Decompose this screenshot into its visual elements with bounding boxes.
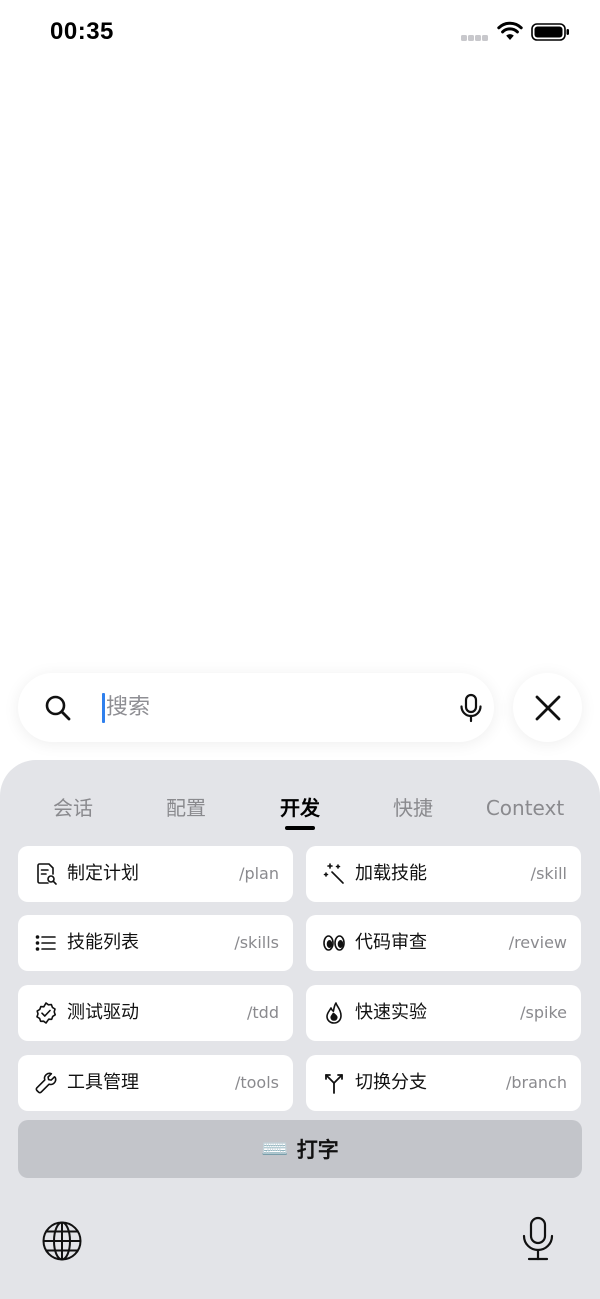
command-slash: /skills [234,933,279,952]
command-label: 加载技能 [355,863,427,884]
command-label: 工具管理 [67,1072,139,1093]
command-slash: /tools [234,1073,279,1092]
microphone-icon[interactable] [457,693,485,723]
command-label: 技能列表 [67,932,139,953]
tab-shortcuts[interactable]: 快捷 [358,790,468,834]
command-slash: /branch [505,1073,567,1092]
tab-label: 配置 [166,796,206,820]
cellular-signal-icon [461,35,489,41]
tab-develop[interactable]: 开发 [245,790,355,834]
tab-label: 会话 [53,796,93,820]
search-input[interactable] [106,685,426,730]
search-icon [45,695,71,721]
command-label: 快速实验 [355,1002,427,1023]
command-slash: /tdd [247,1003,279,1022]
tab-label: Context [485,796,565,820]
tab-label: 开发 [280,796,320,820]
dictation-microphone-icon[interactable] [519,1216,557,1262]
command-skill[interactable]: 加载技能 /skill [306,846,581,902]
command-keyboard: 会话 配置 开发 快捷 Context 制定计划 /plan 加载技能 /ski… [0,760,600,1299]
list-icon [35,935,56,951]
tab-label: 快捷 [393,796,433,820]
eyes-icon [323,935,345,951]
command-spike[interactable]: 快速实验 /spike [306,985,581,1041]
command-skills[interactable]: 技能列表 /skills [18,915,293,971]
keyboard-icon: ⌨️ [261,1136,289,1162]
tab-session[interactable]: 会话 [18,790,128,834]
command-tdd[interactable]: 测试驱动 /tdd [18,985,293,1041]
search-bar[interactable] [18,673,494,742]
document-search-icon [37,863,57,885]
wifi-icon [497,21,523,40]
status-time: 00:35 [50,18,114,45]
command-label: 切换分支 [355,1072,427,1093]
command-tools[interactable]: 工具管理 /tools [18,1055,293,1111]
command-slash: /skill [530,864,567,883]
command-slash: /review [508,933,567,952]
tab-context[interactable]: Context [470,790,580,834]
command-slash: /plan [239,864,279,883]
command-slash: /spike [520,1003,567,1022]
badge-check-icon [36,1002,56,1024]
active-tab-indicator [285,826,315,830]
wrench-icon [35,1072,57,1094]
flame-icon [326,1002,342,1024]
close-icon [535,695,560,720]
close-button[interactable] [513,673,582,742]
status-bar: 00:35 [0,0,600,66]
command-label: 测试驱动 [67,1002,139,1023]
command-review[interactable]: 代码审查 /review [306,915,581,971]
category-tabs: 会话 配置 开发 快捷 Context [0,790,600,834]
tab-config[interactable]: 配置 [131,790,241,834]
typing-button[interactable]: ⌨️ 打字 [18,1120,582,1178]
command-branch[interactable]: 切换分支 /branch [306,1055,581,1111]
magic-wand-icon [323,863,344,884]
typing-button-label: 打字 [296,1138,339,1162]
command-plan[interactable]: 制定计划 /plan [18,846,293,902]
battery-icon [531,23,569,41]
command-label: 代码审查 [355,932,427,953]
text-cursor [102,693,105,723]
git-branch-icon [325,1074,343,1094]
command-label: 制定计划 [67,863,139,884]
globe-icon[interactable] [41,1220,83,1262]
